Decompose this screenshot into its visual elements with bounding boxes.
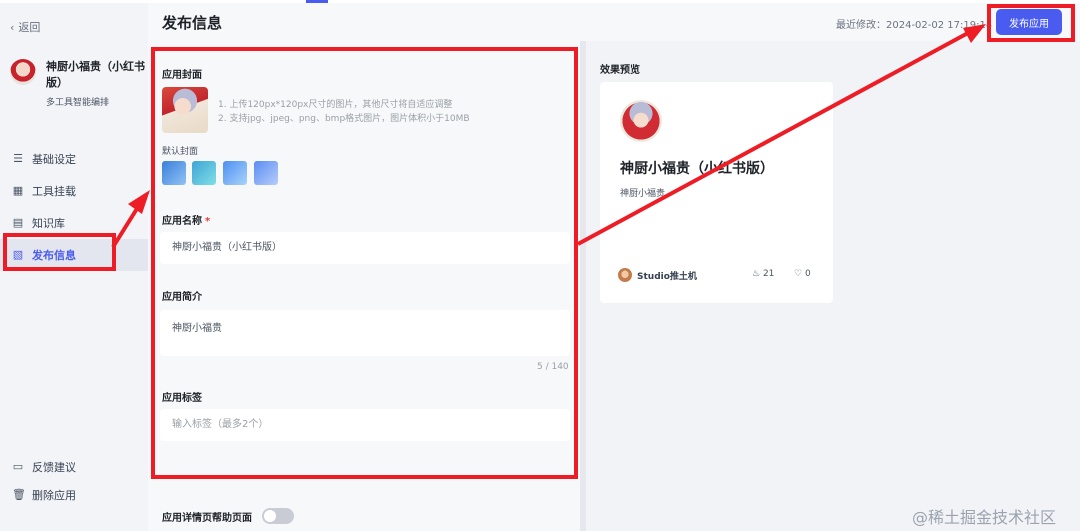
heat-stat: ♨ 21 (752, 269, 774, 279)
help-page-row: 应用详情页帮助页面 (162, 508, 294, 524)
back-button[interactable]: ‹ 返回 (10, 19, 40, 35)
preview-card: 神厨小福贵（小红书版） 神厨小福贵 Studio推土机 ♨ 21 ♡ 0 (600, 82, 833, 303)
heart-icon: ♡ (794, 269, 803, 279)
preview-footer: Studio推土机 ♨ 21 ♡ 0 (618, 268, 818, 282)
watermark: @稀土掘金技术社区 (912, 508, 1057, 527)
chevron-left-icon: ‹ (10, 20, 15, 34)
annotation-box-sidebar-item (3, 233, 116, 271)
preview-title: 神厨小福贵（小红书版） (620, 161, 774, 177)
toggle-knob (264, 510, 276, 522)
annotation-box-publish-button (987, 4, 1075, 42)
sidebar-item-label: 基础设定 (32, 153, 76, 166)
sidebar-bottom: ▭ 反馈建议 🗑 删除应用 (0, 453, 148, 509)
help-page-label: 应用详情页帮助页面 (162, 512, 252, 524)
sidebar-item-tools[interactable]: ▦ 工具挂载 (0, 175, 148, 207)
author-avatar (618, 268, 632, 282)
back-label: 返回 (18, 21, 41, 34)
app-desc: 多工具智能编排 (46, 98, 110, 108)
annotation-box-form (151, 47, 578, 479)
trash-icon: 🗑 (12, 488, 26, 501)
feedback-icon: ▭ (12, 460, 24, 473)
like-stat: ♡ 0 (794, 269, 811, 279)
app-name: 神厨小福贵（小红书版） (46, 60, 145, 89)
preview-avatar (620, 100, 662, 142)
sidebar-item-label: 反馈建议 (32, 461, 76, 474)
sidebar-item-basic-settings[interactable]: ☰ 基础设定 (0, 143, 148, 175)
book-icon: ▤ (12, 216, 24, 229)
sidebar-item-delete-app[interactable]: 🗑 删除应用 (0, 481, 148, 509)
heat-count: 21 (762, 269, 775, 279)
app-avatar (10, 59, 36, 85)
sidebar-item-label: 删除应用 (32, 489, 76, 502)
preview-desc: 神厨小福贵 (620, 189, 666, 199)
sidebar-item-label: 工具挂载 (32, 185, 76, 198)
page-title: 发布信息 (162, 14, 223, 32)
like-count: 0 (804, 269, 811, 279)
preview-label: 效果预览 (600, 65, 640, 76)
sidebar-item-feedback[interactable]: ▭ 反馈建议 (0, 453, 148, 481)
author-name: Studio推土机 (637, 272, 697, 282)
help-page-toggle[interactable] (262, 508, 294, 524)
flame-icon: ♨ (752, 269, 761, 279)
last-modified-text: 最近修改：2024-02-02 17:19:14 (836, 20, 993, 31)
page-header: 发布信息 最近修改：2024-02-02 17:19:14 发布应用 (148, 3, 1080, 41)
sliders-icon: ☰ (13, 152, 23, 165)
preview-area: 效果预览 神厨小福贵（小红书版） 神厨小福贵 Studio推土机 ♨ 21 ♡ … (586, 41, 1080, 531)
sidebar-item-label: 知识库 (32, 217, 65, 230)
grid-icon: ▦ (12, 184, 24, 197)
